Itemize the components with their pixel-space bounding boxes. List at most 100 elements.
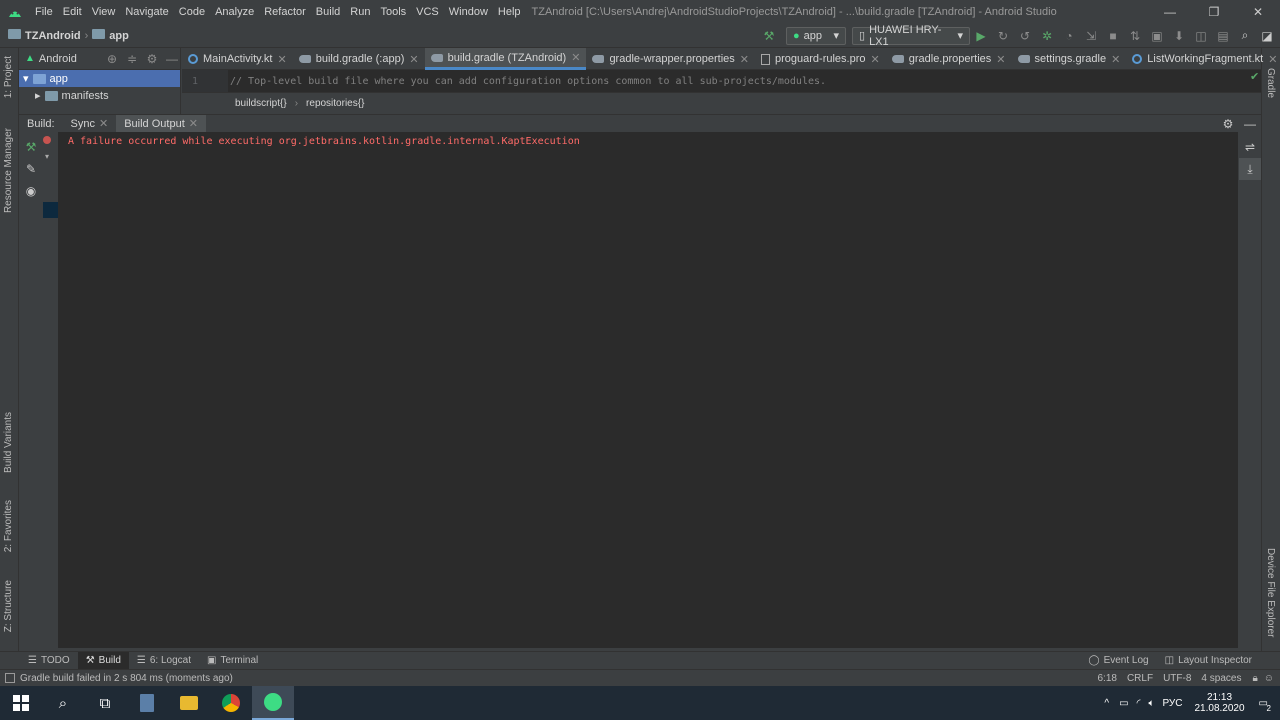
build-variants-tool-button[interactable]: Build Variants: [3, 412, 14, 473]
menu-vcs[interactable]: VCS: [411, 0, 444, 24]
avd-manager-icon[interactable]: ▣: [1146, 25, 1168, 47]
project-view-select[interactable]: Android: [39, 53, 77, 65]
menu-file[interactable]: File: [30, 0, 58, 24]
gradle-tool-button[interactable]: Gradle: [1265, 68, 1276, 98]
close-icon[interactable]: ✕: [871, 53, 880, 66]
line-separator[interactable]: CRLF: [1122, 673, 1158, 684]
stop-icon[interactable]: ■: [1102, 25, 1124, 47]
apply-code-changes-icon[interactable]: ↺: [1014, 25, 1036, 47]
profile-icon[interactable]: ◔: [1058, 25, 1080, 47]
chrome-icon[interactable]: [210, 686, 252, 720]
locate-icon[interactable]: ⊕: [104, 48, 120, 70]
status-message[interactable]: Gradle build failed in 2 s 804 ms (momen…: [15, 673, 238, 684]
file-explorer-icon[interactable]: [168, 686, 210, 720]
todo-tool-button[interactable]: ☰ TODO: [20, 652, 78, 670]
notification-center-icon[interactable]: ▭ 2: [1259, 698, 1271, 713]
tab-settings-gradle[interactable]: settings.gradle ✕: [1012, 48, 1127, 70]
tab-proguard-rules[interactable]: proguard-rules.pro ✕: [755, 48, 886, 70]
pin-icon[interactable]: ✎: [20, 158, 42, 180]
build-tool-button[interactable]: ⚒ Build: [77, 651, 129, 670]
tab-listworkingfragment[interactable]: ListWorkingFragment.kt ✕: [1126, 48, 1280, 70]
search-icon[interactable]: ⌕: [1234, 25, 1256, 47]
volume-icon[interactable]: 🔈︎: [1148, 698, 1154, 709]
attach-debugger-icon[interactable]: ⇲: [1080, 25, 1102, 47]
close-icon[interactable]: ✕: [1111, 53, 1120, 66]
menu-build[interactable]: Build: [311, 0, 345, 24]
code-line[interactable]: // Top-level build file where you can ad…: [230, 70, 826, 92]
structure-tool-button[interactable]: Z: Structure: [3, 580, 14, 632]
lock-icon[interactable]: 🔒︎: [1252, 673, 1257, 684]
menu-analyze[interactable]: Analyze: [210, 0, 259, 24]
menu-edit[interactable]: Edit: [58, 0, 87, 24]
event-log-tool-button[interactable]: ◯ Event Log: [1080, 652, 1156, 670]
build-output-console[interactable]: A failure occurred while executing org.j…: [58, 132, 1238, 648]
breadcrumb-project[interactable]: TZAndroid: [25, 30, 81, 42]
close-icon[interactable]: ✕: [996, 53, 1005, 66]
eye-icon[interactable]: ◉: [20, 180, 42, 202]
tab-sync[interactable]: Sync ✕: [63, 115, 117, 133]
device-file-explorer-tool-button[interactable]: Device File Explorer: [1265, 548, 1276, 637]
favorites-tool-button[interactable]: 2: Favorites: [3, 500, 14, 552]
device-select[interactable]: ▯ HUAWEI HRY-LX1 ▾: [852, 24, 970, 48]
resource-manager-tool-button[interactable]: Resource Manager: [3, 128, 14, 213]
battery-icon[interactable]: ▭: [1119, 698, 1128, 709]
windows-start-icon[interactable]: [0, 686, 42, 720]
tab-mainactivity[interactable]: MainActivity.kt ✕: [182, 48, 293, 70]
menu-view[interactable]: View: [87, 0, 121, 24]
debug-icon[interactable]: ✲: [1036, 25, 1058, 47]
close-icon[interactable]: ✕: [1268, 53, 1277, 66]
clock[interactable]: 21:13 21.08.2020: [1194, 692, 1244, 714]
chevron-up-icon[interactable]: ^: [1104, 698, 1109, 709]
indent-setting[interactable]: 4 spaces: [1196, 673, 1246, 684]
tree-item-manifests[interactable]: ▸ manifests: [19, 87, 180, 104]
tab-gradle-properties[interactable]: gradle.properties ✕: [886, 48, 1012, 70]
close-icon[interactable]: ✕: [277, 53, 286, 66]
apply-changes-icon[interactable]: ↻: [992, 25, 1014, 47]
chevron-down-icon[interactable]: ▾: [45, 152, 49, 161]
menu-window[interactable]: Window: [444, 0, 493, 24]
search-icon[interactable]: ⌕: [42, 686, 84, 720]
close-icon[interactable]: ✕: [740, 53, 749, 66]
layout-inspector-tool-button[interactable]: ◫ Layout Inspector: [1157, 652, 1260, 670]
run-config-select[interactable]: ● app ▾: [786, 26, 846, 45]
android-studio-taskbar-icon[interactable]: [252, 686, 294, 720]
caret-position[interactable]: 6:18: [1092, 673, 1121, 684]
breadcrumb-module[interactable]: app: [109, 30, 129, 42]
hammer-icon[interactable]: ⚒: [758, 25, 780, 47]
gear-icon[interactable]: ⚙: [144, 48, 160, 70]
hide-icon[interactable]: —: [164, 48, 180, 70]
network-icon[interactable]: ◜: [1137, 698, 1141, 709]
breadcrumb-repositories[interactable]: repositories{}: [306, 98, 364, 109]
menu-run[interactable]: Run: [345, 0, 375, 24]
close-button[interactable]: ✕: [1236, 0, 1280, 24]
sync-project-icon[interactable]: ⇅: [1124, 25, 1146, 47]
run-icon[interactable]: ▶: [970, 25, 992, 47]
calculator-icon[interactable]: [126, 686, 168, 720]
layout-inspector-icon[interactable]: ◫: [1190, 25, 1212, 47]
close-icon[interactable]: ✕: [189, 115, 198, 133]
tab-gradle-wrapper-properties[interactable]: gradle-wrapper.properties ✕: [586, 48, 755, 70]
language-indicator[interactable]: РУС: [1162, 698, 1182, 709]
logcat-tool-button[interactable]: ☰ 6: Logcat: [129, 652, 199, 670]
menu-tools[interactable]: Tools: [375, 0, 411, 24]
breadcrumb-buildscript[interactable]: buildscript{}: [235, 98, 287, 109]
menu-help[interactable]: Help: [493, 0, 526, 24]
menu-refactor[interactable]: Refactor: [259, 0, 311, 24]
close-icon[interactable]: ✕: [571, 51, 580, 64]
file-encoding[interactable]: UTF-8: [1158, 673, 1196, 684]
tree-item-app[interactable]: ▾ app: [19, 70, 180, 87]
event-icon[interactable]: ☺: [1264, 673, 1274, 684]
tab-build-output[interactable]: Build Output ✕: [116, 114, 206, 133]
hammer-icon[interactable]: ⚒: [20, 136, 42, 158]
menu-navigate[interactable]: Navigate: [120, 0, 173, 24]
device-manager-icon[interactable]: ▤: [1212, 25, 1234, 47]
scroll-to-end-icon[interactable]: ⤓: [1239, 158, 1261, 180]
collapse-all-icon[interactable]: ≑: [124, 48, 140, 70]
close-icon[interactable]: ✕: [99, 115, 108, 133]
project-tool-button[interactable]: 1: Project: [3, 56, 14, 98]
maximize-button[interactable]: ❐: [1192, 0, 1236, 24]
sdk-manager-icon[interactable]: ⬇: [1168, 25, 1190, 47]
close-icon[interactable]: ✕: [409, 53, 418, 66]
task-view-icon[interactable]: ⧉: [84, 686, 126, 720]
tab-build-gradle-project[interactable]: build.gradle (TZAndroid) ✕: [424, 48, 587, 70]
